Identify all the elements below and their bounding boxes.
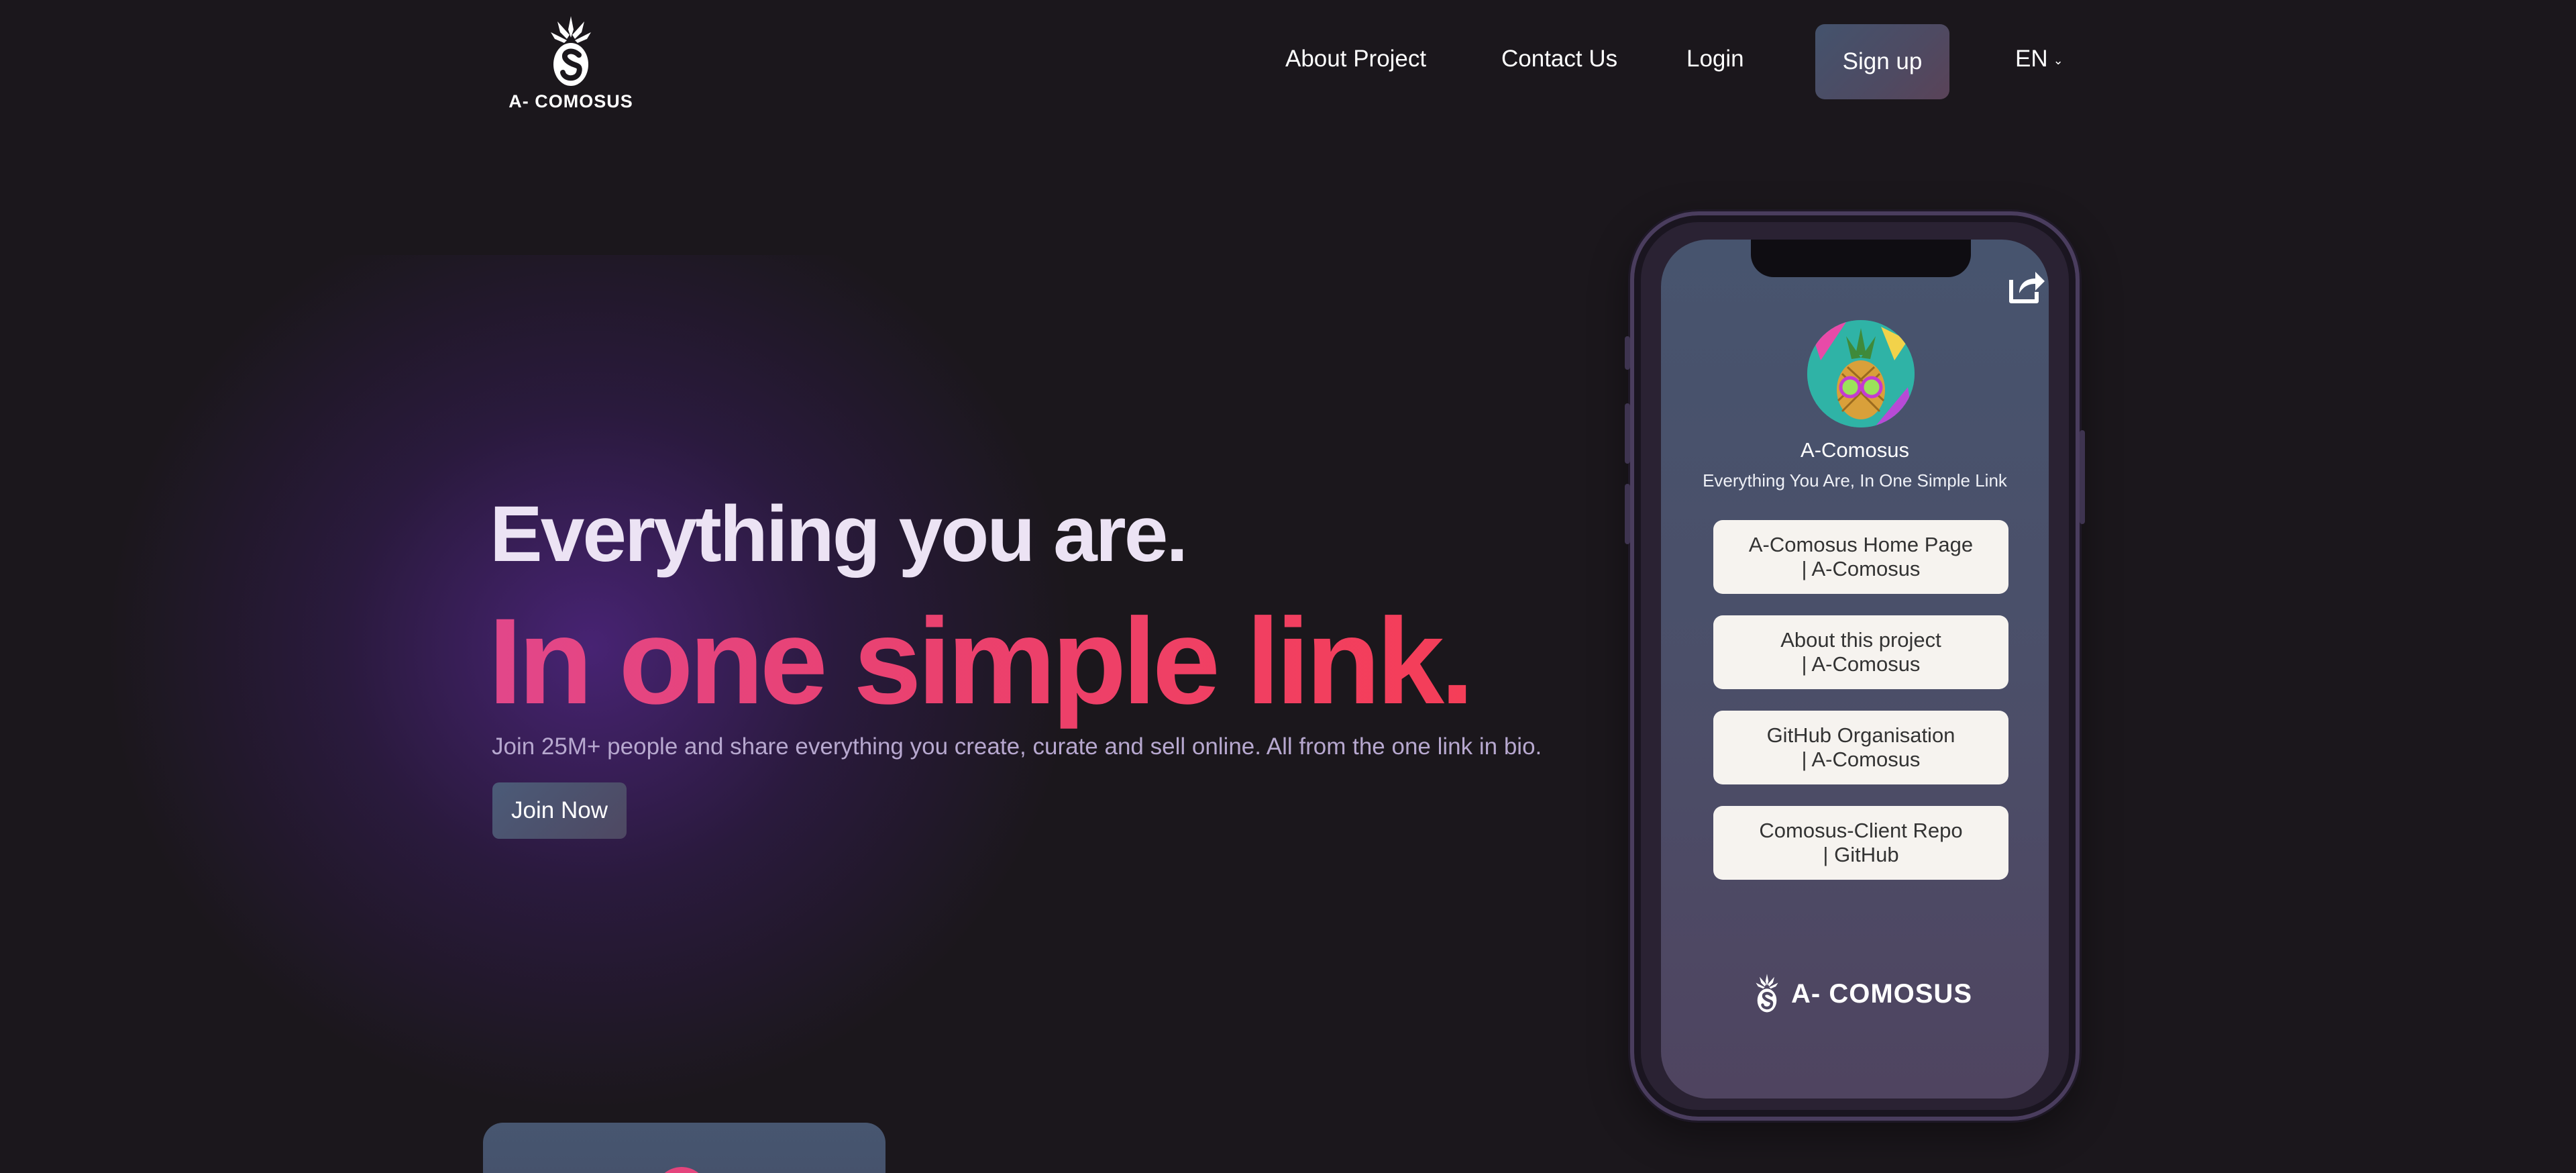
share-icon[interactable] <box>2004 264 2047 307</box>
signup-button[interactable]: Sign up <box>1815 24 1949 99</box>
link-card-source: | A-Comosus <box>1801 652 1921 676</box>
link-card-source: | A-Comosus <box>1801 748 1921 771</box>
pineapple-logo-icon <box>551 16 591 86</box>
phone-mockup: A-Comosus Everything You Are, In One Sim… <box>1625 211 2085 1121</box>
brand-name: A- COMOSUS <box>508 91 633 111</box>
hero-subtitle: In one simple link. <box>488 591 1474 731</box>
phone-footer-brand: A- COMOSUS <box>1791 978 1972 1009</box>
phone-screen: A-Comosus Everything You Are, In One Sim… <box>1661 240 2049 1099</box>
phone-side-button <box>1625 336 1630 370</box>
landing-page: A- COMOSUS About Project Contact Us Logi… <box>0 0 2576 1173</box>
nav-login-link[interactable]: Login <box>1686 46 1744 72</box>
nav-about-link[interactable]: About Project <box>1285 46 1426 72</box>
pineapple-logo-icon <box>1756 974 1778 1013</box>
profile-tagline: Everything You Are, In One Simple Link <box>1703 470 2007 491</box>
profile-name: A-Comosus <box>1801 438 1909 462</box>
phone-side-button <box>2080 430 2085 524</box>
link-card[interactable]: Comosus-Client Repo | GitHub <box>1713 806 2008 880</box>
language-selector[interactable]: EN ⌄ <box>2015 46 2063 72</box>
feature-card-preview <box>483 1123 885 1173</box>
decorative-circle <box>879 1170 885 1173</box>
link-card-title: GitHub Organisation <box>1766 723 1955 747</box>
nav-contact-link[interactable]: Contact Us <box>1501 46 1617 72</box>
link-card-title: A-Comosus Home Page <box>1748 533 1974 556</box>
pineapple-avatar-icon <box>1807 320 1915 427</box>
link-card-title: Comosus-Client Repo <box>1759 819 1963 842</box>
phone-side-button <box>1625 403 1630 464</box>
link-card-source: | GitHub <box>1823 843 1899 866</box>
decorative-circle <box>655 1167 708 1173</box>
link-card[interactable]: About this project | A-Comosus <box>1713 615 2008 689</box>
language-label: EN <box>2015 46 2048 72</box>
brand-logo[interactable]: A- COMOSUS <box>508 15 633 112</box>
phone-footer-logo: A- COMOSUS <box>1752 971 1972 1017</box>
link-card-title: About this project <box>1780 628 1941 652</box>
profile-avatar <box>1807 320 1915 427</box>
link-card[interactable]: GitHub Organisation | A-Comosus <box>1713 711 2008 784</box>
hero-description: Join 25M+ people and share everything yo… <box>492 733 1542 760</box>
phone-side-button <box>1625 484 1630 544</box>
phone-notch <box>1751 240 1971 277</box>
chevron-down-icon: ⌄ <box>2053 53 2063 67</box>
hero-title: Everything you are. <box>490 490 1188 578</box>
join-now-button[interactable]: Join Now <box>492 782 627 839</box>
link-card-source: | A-Comosus <box>1801 557 1921 580</box>
link-card[interactable]: A-Comosus Home Page | A-Comosus <box>1713 520 2008 594</box>
